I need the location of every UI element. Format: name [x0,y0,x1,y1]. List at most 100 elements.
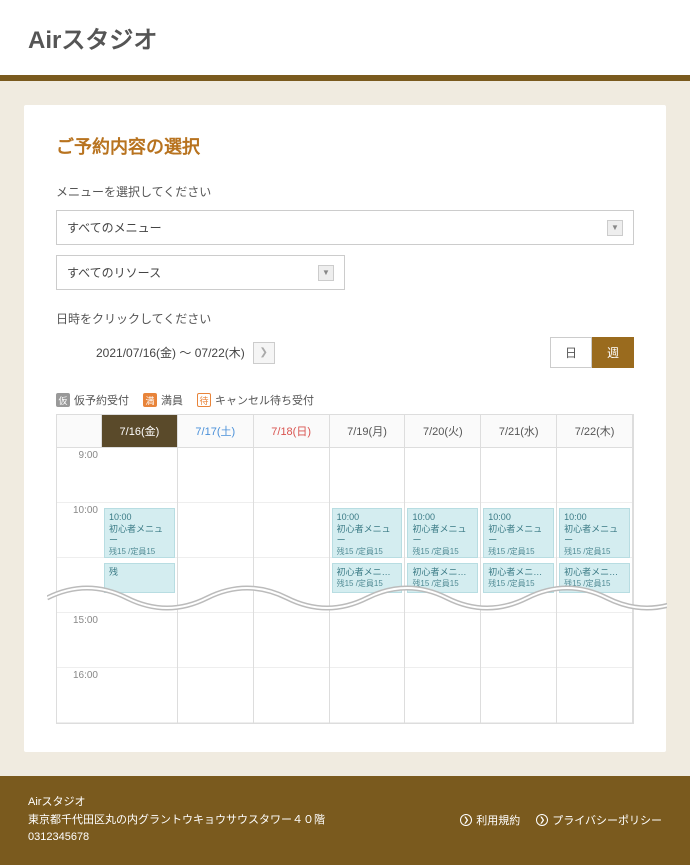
date-range-display: 2021/07/16(金) 〜 07/22(木) ❯ [56,342,275,364]
event-name: 初心者メニ… [564,567,625,579]
date-range-text: 2021/07/16(金) 〜 07/22(木) [96,344,245,361]
calendar-event[interactable]: 初心者メニ…残15 /定員15 [407,563,478,593]
calendar-event[interactable]: 初心者メニ…残15 /定員15 [332,563,403,593]
chevron-down-icon: ▼ [318,265,334,281]
day-view-button[interactable]: 日 [550,337,592,368]
hour-cell[interactable] [254,448,329,503]
week-view-button[interactable]: 週 [592,337,634,368]
event-name: 初心者メニ… [412,567,473,579]
event-capacity: 残15 /定員15 [109,547,170,557]
hour-cell[interactable] [178,613,253,668]
hour-cell[interactable] [330,448,405,503]
day-column[interactable] [254,448,330,723]
view-toggle: 日 週 [550,337,634,368]
hour-cell[interactable] [330,613,405,668]
event-time: 10:00 [412,512,473,524]
resource-select-value: すべてのリソース [67,264,161,281]
header: Airスタジオ [0,0,690,75]
hour-cell[interactable] [481,448,556,503]
day-column[interactable]: 10:00初心者メニュー残15 /定員15初心者メニ…残15 /定員15 [405,448,481,723]
date-label: 日時をクリックしてください [56,310,634,327]
event-time: 10:00 [564,512,625,524]
calendar-header: 7/16(金)7/17(土)7/18(日)7/19(月)7/20(火)7/21(… [57,415,633,448]
calendar-event[interactable]: 10:00初心者メニュー残15 /定員15 [407,508,478,558]
event-time: 10:00 [109,512,170,524]
footer-links: ❯ 利用規約 ❯ プライバシーポリシー [460,794,662,847]
calendar-event[interactable]: 10:00初心者メニュー残15 /定員15 [104,508,175,558]
event-name: 初心者メニュー [109,524,170,547]
day-header[interactable]: 7/20(火) [405,415,481,448]
event-capacity: 残15 /定員15 [412,579,473,589]
hour-cell[interactable] [254,613,329,668]
day-column[interactable]: 10:00初心者メニュー残15 /定員15 残 [102,448,178,723]
hour-cell[interactable] [405,448,480,503]
hour-cell[interactable] [254,668,329,723]
hour-cell[interactable] [178,668,253,723]
hour-cell[interactable] [178,558,253,613]
menu-label: メニューを選択してください [56,183,634,200]
legend-tentative: 仮 仮予約受付 [56,392,129,408]
hour-cell[interactable] [405,668,480,723]
footer-info: Airスタジオ 東京都千代田区丸の内グラントウキョウサウスタワー４０階 0312… [28,794,325,847]
footer: Airスタジオ 東京都千代田区丸の内グラントウキョウサウスタワー４０階 0312… [0,776,690,865]
event-capacity: 残15 /定員15 [337,579,398,589]
badge-wait-icon: 待 [197,393,211,407]
chevron-right-icon: ❯ [460,814,472,826]
day-header[interactable]: 7/21(水) [481,415,557,448]
hour-cell[interactable] [557,448,632,503]
day-header[interactable]: 7/19(月) [330,415,406,448]
hour-cell[interactable] [102,668,177,723]
time-label: 15:00 [57,613,102,668]
hour-cell[interactable] [557,613,632,668]
footer-address: 東京都千代田区丸の内グラントウキョウサウスタワー４０階 [28,812,325,830]
day-column[interactable] [178,448,254,723]
chevron-down-icon: ▼ [607,220,623,236]
day-header[interactable]: 7/22(木) [557,415,633,448]
hour-cell[interactable] [178,448,253,503]
hour-cell[interactable] [102,613,177,668]
calendar-event[interactable]: 初心者メニ…残15 /定員15 [483,563,554,593]
event-capacity: 残15 /定員15 [564,579,625,589]
hour-cell[interactable] [405,613,480,668]
day-header[interactable]: 7/16(金) [102,415,178,448]
event-capacity: 残15 /定員15 [488,547,549,557]
hour-cell[interactable] [178,503,253,558]
menu-select-value: すべてのメニュー [67,219,162,236]
calendar-event[interactable]: 初心者メニ…残15 /定員15 [559,563,630,593]
day-column[interactable]: 10:00初心者メニュー残15 /定員15初心者メニ…残15 /定員15 [557,448,633,723]
event-time: 10:00 [488,512,549,524]
event-name: 初心者メニ… [488,567,549,579]
calendar-body: 9:0010:0015:0016:00 10:00初心者メニュー残15 /定員1… [57,448,633,723]
event-capacity: 残15 /定員15 [564,547,625,557]
privacy-link[interactable]: ❯ プライバシーポリシー [536,794,662,847]
time-label [57,558,102,613]
hour-cell[interactable] [102,448,177,503]
calendar-event[interactable]: 残 [104,563,175,593]
menu-select[interactable]: すべてのメニュー ▼ [56,210,634,245]
event-name: 初心者メニ… [337,567,398,579]
event-name: 初心者メニュー [488,524,549,547]
day-column[interactable]: 10:00初心者メニュー残15 /定員15 初心者メニ…残15 /定員15 [330,448,406,723]
legend: 仮 仮予約受付 満 満員 待 キャンセル待ち受付 [56,392,634,408]
calendar-event[interactable]: 10:00初心者メニュー残15 /定員15 [483,508,554,558]
event-name: 初心者メニュー [412,524,473,547]
terms-link[interactable]: ❯ 利用規約 [460,794,520,847]
event-name: 残 [109,567,170,579]
calendar-event[interactable]: 10:00初心者メニュー残15 /定員15 [559,508,630,558]
hour-cell[interactable] [481,668,556,723]
day-header[interactable]: 7/18(日) [254,415,330,448]
resource-select[interactable]: すべてのリソース ▼ [56,255,345,290]
hour-cell[interactable] [557,668,632,723]
legend-waitlist: 待 キャンセル待ち受付 [197,392,314,408]
hour-cell[interactable] [254,503,329,558]
legend-full: 満 満員 [143,392,183,408]
calendar-event[interactable]: 10:00初心者メニュー残15 /定員15 [332,508,403,558]
next-week-button[interactable]: ❯ [253,342,275,364]
day-header[interactable]: 7/17(土) [178,415,254,448]
booking-card: ご予約内容の選択 メニューを選択してください すべてのメニュー ▼ すべてのリソ… [24,105,666,752]
time-label: 9:00 [57,448,102,503]
hour-cell[interactable] [481,613,556,668]
hour-cell[interactable] [254,558,329,613]
hour-cell[interactable] [330,668,405,723]
day-column[interactable]: 10:00初心者メニュー残15 /定員15初心者メニ…残15 /定員15 [481,448,557,723]
